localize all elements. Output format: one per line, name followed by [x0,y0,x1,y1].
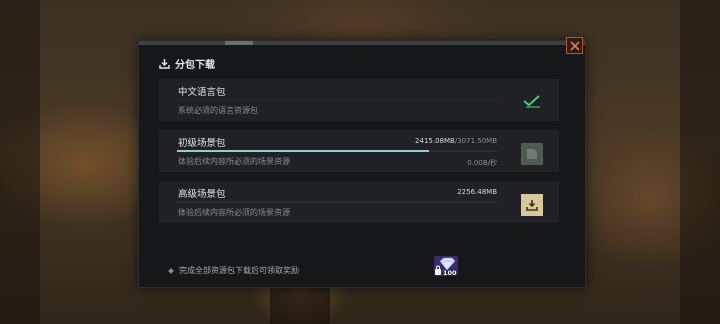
dialog-header: 分包下载 [159,56,215,71]
download-progress-bar [177,150,497,152]
reward-item[interactable]: 100 [433,255,461,279]
dialog-top-bar [139,41,585,45]
downloaded-size: 2415.08MB [415,137,455,145]
reward-note: 完成全部资源包下载后可领取奖励 [168,265,299,276]
dialog-title: 分包下载 [175,60,215,71]
download-progress-text: 2415.08MB/3071.50MB [415,137,497,145]
package-size: 2256.48MB [457,188,497,196]
download-icon [526,200,538,211]
download-progress-fill [177,150,429,152]
resume-download-button[interactable] [521,143,543,165]
download-button[interactable] [521,194,543,216]
package-name: 中文语言包 [178,87,226,98]
package-description: 体验后续内容所必须的场景资源 [178,208,290,217]
close-button[interactable] [566,37,583,54]
reward-note-text: 完成全部资源包下载后可领取奖励 [179,266,299,275]
package-description: 体验后续内容所必须的场景资源 [178,157,290,166]
pause-icon [527,149,537,159]
background-pillar [680,0,720,324]
reward-count: 100 [443,269,457,277]
download-speed: 0.00B/秒 [467,159,497,167]
installed-status [521,90,543,112]
package-name: 高级场景包 [178,189,226,200]
check-icon [523,95,540,108]
package-item-basic-scene: 初级场景包 2415.08MB/3071.50MB 体验后续内容所必须的场景资源… [159,130,559,172]
background-pillar [0,0,40,324]
total-size: 3071.50MB [457,137,497,145]
package-download-dialog: 分包下载 中文语言包 系统必须的语言资源包 初级场景包 2415.08MB/30… [138,37,586,288]
top-bar-accent [225,41,253,45]
download-icon [159,59,170,69]
package-name: 初级场景包 [178,138,226,149]
package-divider [177,99,497,101]
package-item-advanced-scene: 高级场景包 2256.48MB 体验后续内容所必须的场景资源 [159,181,559,223]
bullet-icon [168,267,174,274]
package-item-chinese-language: 中文语言包 系统必须的语言资源包 [159,79,559,121]
download-progress-bar [177,201,497,203]
close-icon [569,40,580,51]
package-description: 系统必须的语言资源包 [178,106,258,115]
